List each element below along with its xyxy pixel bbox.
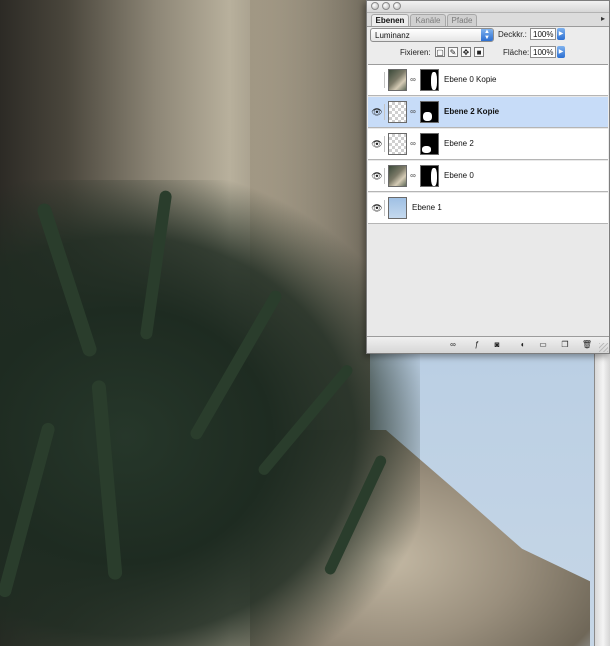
layer-mask-thumbnail[interactable] (420, 133, 439, 155)
layer-mask-thumbnail[interactable] (420, 165, 439, 187)
layer-thumbnail (388, 197, 407, 219)
layer-row[interactable]: 👁 Ebene 1 (368, 193, 608, 224)
palette-bottom-bar: ∞ ƒ ◙ ◐ ▭ ❐ 🗑 (367, 336, 609, 353)
layer-thumbnail (388, 165, 407, 187)
layer-style-icon[interactable]: ƒ (471, 339, 483, 350)
palette-menu-icon[interactable]: ▸ (601, 14, 605, 23)
eye-icon[interactable]: 👁 (370, 136, 385, 152)
fill-slider-icon[interactable]: ▶ (557, 46, 565, 58)
minimize-icon[interactable] (382, 2, 390, 10)
lock-label: Fixieren: (400, 48, 431, 57)
add-mask-icon[interactable]: ◙ (491, 339, 503, 350)
layer-row[interactable]: ∞ Ebene 0 Kopie (368, 65, 608, 96)
link-layers-icon[interactable]: ∞ (447, 339, 459, 350)
layer-thumbnail (388, 101, 407, 123)
layer-name: Ebene 2 (444, 139, 474, 148)
fill-label: Fläche: (503, 48, 530, 57)
layers-palette: Ebenen Kanäle Pfade ▸ Luminanz ▲ ▼ Deckkr… (366, 0, 610, 354)
blend-mode-select[interactable]: Luminanz ▲ ▼ (370, 28, 494, 42)
link-icon[interactable]: ∞ (410, 106, 416, 118)
layer-name: Ebene 1 (412, 203, 442, 212)
lock-transparency-icon[interactable]: ▢ (435, 47, 445, 57)
lock-row: Fixieren: ▢ ✎ ✥ ■ Fläche: 100% ▶ (367, 45, 609, 63)
new-group-icon[interactable]: ▭ (537, 339, 549, 350)
layer-name: Ebene 2 Kopie (444, 107, 500, 116)
layer-mask-thumbnail[interactable] (420, 69, 439, 91)
visibility-toggle[interactable] (370, 72, 385, 88)
lock-move-icon[interactable]: ✥ (461, 47, 471, 57)
link-icon[interactable]: ∞ (410, 170, 416, 182)
new-layer-icon[interactable]: ❐ (559, 339, 571, 350)
layer-list[interactable]: ∞ Ebene 0 Kopie 👁 ∞ Ebene 2 Kopie 👁 ∞ Eb… (368, 64, 608, 339)
layer-name: Ebene 0 Kopie (444, 75, 497, 84)
layer-thumbnail (388, 133, 407, 155)
lock-all-icon[interactable]: ■ (474, 47, 484, 57)
opacity-field[interactable]: 100% (530, 28, 556, 40)
fill-field[interactable]: 100% (530, 46, 556, 58)
resize-grip-icon[interactable] (599, 343, 608, 352)
adjustment-layer-icon[interactable]: ◐ (517, 339, 529, 350)
layer-thumbnail (388, 69, 407, 91)
layer-row[interactable]: 👁 ∞ Ebene 2 Kopie (368, 97, 608, 128)
layer-row[interactable]: 👁 ∞ Ebene 0 (368, 161, 608, 192)
eye-icon[interactable]: 👁 (370, 168, 385, 184)
link-icon[interactable]: ∞ (410, 74, 416, 86)
eye-icon[interactable]: 👁 (370, 104, 385, 120)
trash-icon[interactable]: 🗑 (581, 339, 593, 350)
blend-row: Luminanz ▲ ▼ Deckkr.: 100% ▶ (367, 25, 609, 45)
eye-icon[interactable]: 👁 (370, 200, 385, 216)
layer-name: Ebene 0 (444, 171, 474, 180)
zoom-icon[interactable] (393, 2, 401, 10)
close-icon[interactable] (371, 2, 379, 10)
palette-titlebar[interactable] (367, 1, 609, 13)
lock-paint-icon[interactable]: ✎ (448, 47, 458, 57)
updown-arrow-icon: ▲ ▼ (481, 29, 493, 41)
layer-row[interactable]: 👁 ∞ Ebene 2 (368, 129, 608, 160)
opacity-label: Deckkr.: (498, 30, 527, 39)
blend-mode-value: Luminanz (375, 31, 410, 40)
opacity-slider-icon[interactable]: ▶ (557, 28, 565, 40)
link-icon[interactable]: ∞ (410, 138, 416, 150)
layer-mask-thumbnail[interactable] (420, 101, 439, 123)
